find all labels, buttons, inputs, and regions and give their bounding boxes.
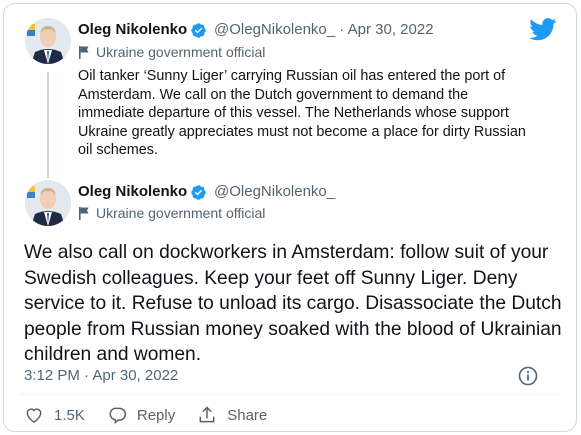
government-label-text: Ukraine government official [96, 44, 266, 60]
reply-label: Reply [136, 406, 176, 424]
heart-icon [26, 408, 42, 423]
tweet-body-text: Oil tanker ‘Sunny Liger’ carrying Russia… [78, 68, 526, 158]
share-icon [199, 406, 215, 423]
thread-connector-line [47, 72, 49, 178]
flag-icon [79, 46, 89, 59]
tweet-body-text: We also call on dockworkers in Amsterdam… [24, 242, 562, 365]
author-handle[interactable]: @OlegNikolenko_ [214, 21, 335, 38]
twitter-bird-icon[interactable] [529, 18, 557, 41]
separator-dot: · [339, 21, 345, 38]
government-label-text: Ukraine government official [96, 205, 266, 221]
reply-icon [109, 407, 126, 424]
like-count: 1.5K [54, 406, 85, 424]
flag-icon [79, 207, 89, 220]
tweet-date-link[interactable]: Apr 30, 2022 [348, 21, 434, 38]
verified-badge-icon [191, 185, 206, 200]
like-button[interactable]: 1.5K [24, 405, 85, 425]
share-label: Share [227, 406, 268, 424]
author-avatar[interactable] [25, 18, 71, 64]
author-name[interactable]: Oleg Nikolenko [78, 183, 187, 200]
share-button[interactable]: Share [197, 405, 267, 425]
action-bar: 1.5K Reply Share [24, 405, 289, 425]
government-label: Ukraine government official [78, 205, 265, 221]
author-avatar[interactable] [25, 180, 71, 226]
author-name[interactable]: Oleg Nikolenko [78, 21, 187, 38]
government-label: Ukraine government official [78, 44, 265, 60]
reply-button[interactable]: Reply [107, 405, 175, 425]
author-handle[interactable]: @OlegNikolenko_ [214, 183, 335, 200]
divider [20, 394, 559, 395]
verified-badge-icon [191, 23, 206, 38]
tweet-timestamp[interactable]: 3:12 PM · Apr 30, 2022 [24, 367, 178, 384]
info-icon[interactable] [518, 366, 538, 386]
